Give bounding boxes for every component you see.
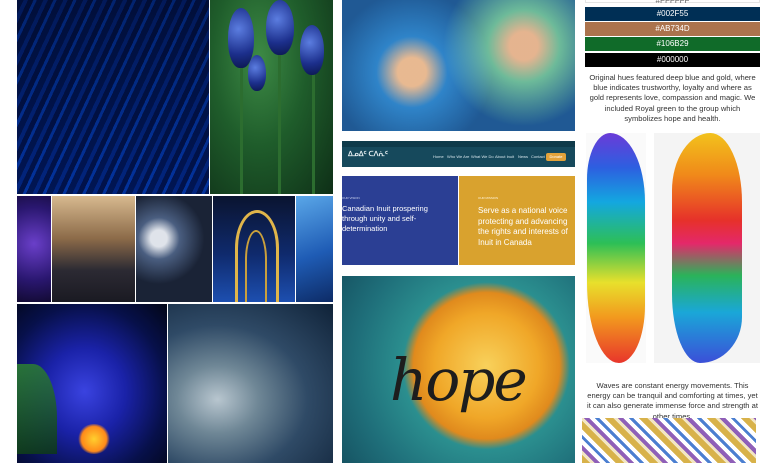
swatch-deep-blue: #002F55 [585, 7, 760, 21]
blue-archway-image [213, 196, 295, 302]
stormy-sky-image [168, 304, 333, 463]
blue-feather-image [296, 196, 333, 302]
rainbow-wave-left [587, 133, 645, 363]
palette-caption: Original hues featured deep blue and gol… [589, 73, 756, 123]
website-top-bar [342, 141, 575, 147]
hope-painting-image: hope [342, 276, 575, 463]
website-screenshot: ᐃᓄᐃᑦ ᑕᐱᕇᑦ Home Who We Are What We Do Abo… [342, 141, 575, 265]
shells-image [136, 196, 212, 302]
mission-panel: OUR MISSION Serve as a national voice pr… [459, 176, 575, 265]
nav-link-what-we-do[interactable]: What We Do [471, 154, 494, 159]
swatch-white: #FFFFFF [585, 0, 760, 5]
nav-link-home[interactable]: Home [433, 154, 444, 159]
ribbons-image [582, 418, 756, 463]
waves-caption: Waves are constant energy movements. Thi… [587, 381, 758, 421]
swatch-green: #106B29 [585, 37, 760, 51]
mission-text: Serve as a national voice protecting and… [478, 206, 568, 247]
mission-tag: OUR MISSION [478, 196, 499, 200]
vision-panel: OUR VISION Canadian Inuit prospering thr… [342, 176, 458, 265]
website-nav-bar: ᐃᓄᐃᑦ ᑕᐱᕇᑦ Home Who We Are What We Do Abo… [342, 141, 575, 167]
vision-text: Canadian Inuit prospering through unity … [342, 204, 428, 233]
coral-polyp-image [342, 0, 575, 131]
nav-link-contact[interactable]: Contact [531, 154, 545, 159]
purple-flower-image [17, 196, 51, 302]
blue-iris-image [17, 304, 167, 463]
swatch-black: #000000 [585, 53, 760, 67]
vision-tag: OUR VISION [342, 196, 360, 200]
nav-link-about-inuit[interactable]: About Inuit [495, 154, 514, 159]
venice-gondolas-image [52, 196, 135, 302]
blue-leaf-image [17, 0, 209, 194]
rainbow-wave-right [672, 133, 742, 363]
color-palette: #FFFFFF #002F55 #AB734D #106B29 #000000 [585, 0, 760, 67]
blue-flower-buds-image [210, 0, 333, 194]
swatch-gold: #AB734D [585, 22, 760, 36]
hope-word: hope [390, 346, 528, 414]
donate-button[interactable]: Donate [546, 153, 566, 161]
nav-link-who-we-are[interactable]: Who We Are [447, 154, 469, 159]
website-logo: ᐃᓄᐃᑦ ᑕᐱᕇᑦ [348, 151, 388, 158]
nav-link-news[interactable]: News [518, 154, 528, 159]
